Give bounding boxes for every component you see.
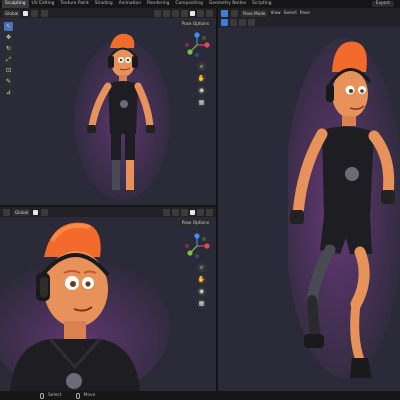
grid-view-icon[interactable]: ▦ bbox=[197, 98, 206, 107]
transform-icon[interactable] bbox=[3, 208, 10, 216]
viewport-header: Pose Mode View Select Pose bbox=[218, 8, 400, 18]
character-figure-pose[interactable] bbox=[288, 38, 400, 391]
pan-hand-icon[interactable]: ✋ bbox=[197, 74, 206, 83]
viewport-top-left[interactable]: Global Pose Options ↖ ✥ ↻ ⤢ ⊡ ✎ ⊿ ⌕ ✋ ◉ … bbox=[0, 8, 216, 205]
select-invert-icon[interactable] bbox=[248, 19, 255, 26]
object-mode-icon[interactable] bbox=[231, 9, 238, 17]
proportional-edit-icon[interactable] bbox=[41, 9, 49, 17]
transform-orientation-select[interactable]: Global bbox=[13, 208, 31, 216]
tab-sculpting[interactable]: Sculpting bbox=[2, 0, 29, 8]
tab-scripting[interactable]: Scripting bbox=[249, 0, 275, 8]
navigation-gizmo[interactable] bbox=[184, 32, 210, 58]
tool-shelf: ↖ ✥ ↻ ⤢ ⊡ ✎ ⊿ bbox=[4, 22, 13, 97]
navigation-gizmo[interactable] bbox=[184, 233, 210, 259]
visibility-icon[interactable] bbox=[154, 9, 161, 17]
view-nav-buttons: ⌕ ✋ ◉ ▦ bbox=[197, 62, 206, 107]
camera-icon[interactable]: ◉ bbox=[197, 287, 206, 296]
menu-pose[interactable]: Pose bbox=[300, 11, 310, 16]
viewport-header: Global bbox=[0, 8, 216, 18]
measure-tool-icon[interactable]: ⊿ bbox=[4, 88, 13, 97]
snap-icon[interactable] bbox=[31, 9, 39, 17]
character-figure[interactable] bbox=[70, 30, 170, 205]
pose-options-button[interactable]: Pose Options bbox=[178, 20, 212, 27]
material-shading-icon[interactable] bbox=[197, 208, 204, 216]
tool-settings-bar bbox=[218, 18, 400, 27]
workspace-tab-bar: Sculpting UV Editing Texture Paint Shadi… bbox=[0, 0, 400, 8]
status-select-label: Select bbox=[48, 393, 62, 398]
move-tool-icon[interactable]: ✥ bbox=[4, 33, 13, 42]
tab-animation[interactable]: Animation bbox=[116, 0, 144, 8]
transform-orientation-select[interactable]: Global bbox=[3, 9, 21, 17]
rendered-shading-icon[interactable] bbox=[206, 208, 213, 216]
character-closeup[interactable] bbox=[0, 217, 180, 391]
annotate-tool-icon[interactable]: ✎ bbox=[4, 77, 13, 86]
material-shading-icon[interactable] bbox=[197, 9, 204, 17]
overlay-toggle-icon[interactable] bbox=[181, 208, 188, 216]
select-tool-icon[interactable]: ↖ bbox=[4, 22, 13, 31]
viewport-right[interactable]: Pose Mode View Select Pose bbox=[218, 8, 400, 391]
tab-rendering[interactable]: Rendering bbox=[144, 0, 172, 8]
camera-icon[interactable]: ◉ bbox=[197, 86, 206, 95]
pose-options-button[interactable]: Pose Options bbox=[178, 219, 212, 226]
visibility-icon[interactable] bbox=[163, 208, 170, 216]
mode-select[interactable]: Pose Mode bbox=[241, 9, 268, 17]
tab-uv-editing[interactable]: UV Editing bbox=[29, 0, 58, 8]
menu-view[interactable]: View bbox=[270, 11, 280, 16]
gizmo-toggle-icon[interactable] bbox=[172, 208, 179, 216]
area-divider-vertical[interactable] bbox=[216, 8, 218, 391]
solid-shading-icon[interactable] bbox=[190, 209, 195, 215]
pivot-icon[interactable] bbox=[33, 209, 39, 215]
view-nav-buttons: ⌕ ✋ ◉ ▦ bbox=[197, 263, 206, 308]
select-subtract-icon[interactable] bbox=[239, 19, 246, 26]
tab-geometry-nodes[interactable]: Geometry Nodes bbox=[206, 0, 249, 8]
rendered-shading-icon[interactable] bbox=[206, 9, 213, 17]
transform-tool-icon[interactable]: ⊡ bbox=[4, 66, 13, 75]
tab-compositing[interactable]: Compositing bbox=[172, 0, 206, 8]
area-divider-horizontal[interactable] bbox=[0, 205, 216, 207]
status-move-label: Move bbox=[83, 393, 96, 398]
rotate-tool-icon[interactable]: ↻ bbox=[4, 44, 13, 53]
scale-tool-icon[interactable]: ⤢ bbox=[4, 55, 13, 64]
tab-shading[interactable]: Shading bbox=[92, 0, 116, 8]
viewport-header: Global bbox=[0, 207, 216, 217]
viewport-bottom-left[interactable]: Global Pose Options ⌕ ✋ ◉ ▦ bbox=[0, 207, 216, 391]
zoom-icon[interactable]: ⌕ bbox=[197, 263, 206, 272]
select-box-icon[interactable] bbox=[221, 19, 228, 26]
xray-icon[interactable] bbox=[181, 9, 188, 17]
status-bar: Select Move bbox=[0, 391, 400, 400]
snap-icon[interactable] bbox=[41, 208, 49, 216]
pan-hand-icon[interactable]: ✋ bbox=[197, 275, 206, 284]
tab-texture-paint[interactable]: Texture Paint bbox=[57, 0, 91, 8]
zoom-icon[interactable]: ⌕ bbox=[197, 62, 206, 71]
gizmo-toggle-icon[interactable] bbox=[163, 9, 170, 17]
mouse-middle-icon bbox=[75, 392, 80, 399]
export-button[interactable]: Export bbox=[371, 1, 394, 7]
mouse-left-icon bbox=[40, 392, 44, 399]
editor-type-icon[interactable] bbox=[221, 9, 228, 17]
select-extend-icon[interactable] bbox=[230, 19, 237, 26]
solid-shading-icon[interactable] bbox=[190, 10, 195, 16]
pivot-icon[interactable] bbox=[23, 10, 29, 16]
menu-select[interactable]: Select bbox=[284, 11, 297, 16]
overlay-toggle-icon[interactable] bbox=[172, 9, 179, 17]
grid-view-icon[interactable]: ▦ bbox=[197, 299, 206, 308]
